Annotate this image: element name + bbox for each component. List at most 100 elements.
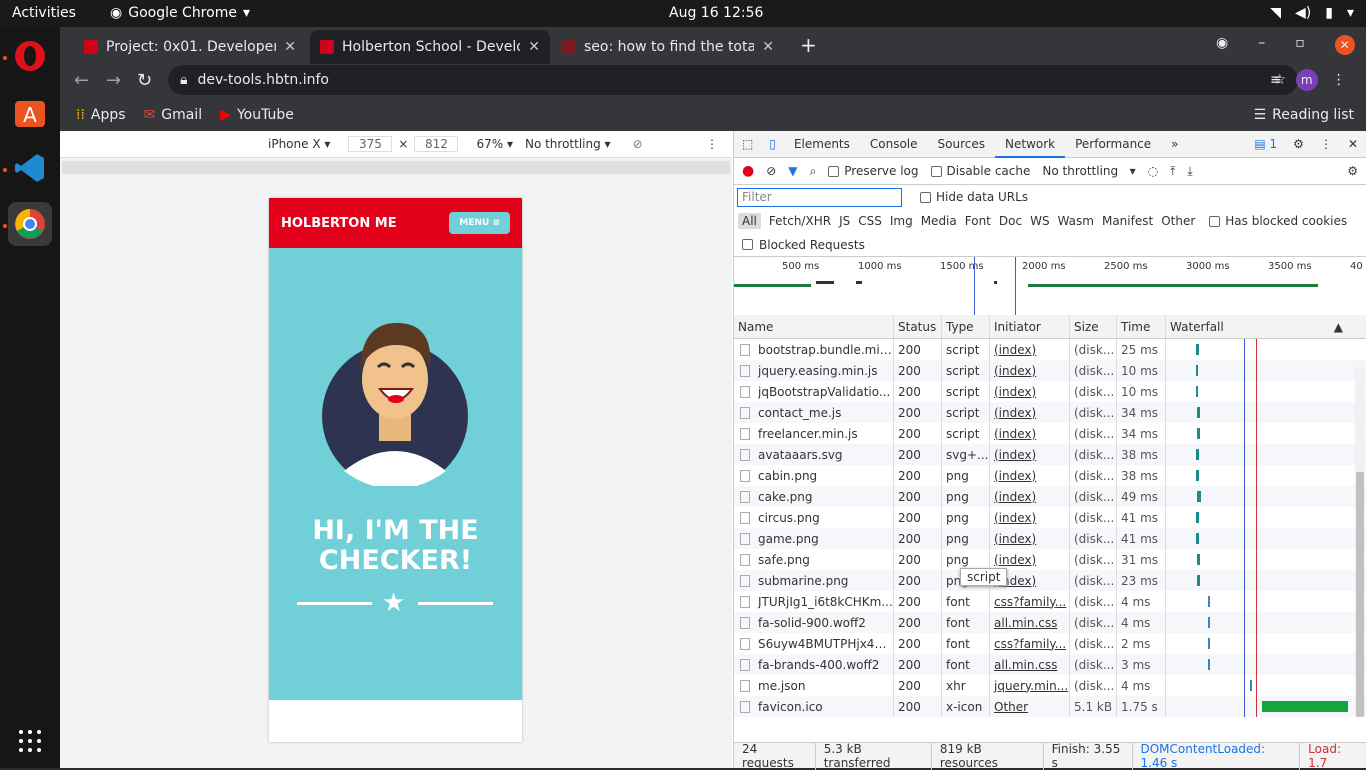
device-toggle-icon[interactable]: ▯ xyxy=(761,137,784,151)
cell-initiator[interactable]: (index) xyxy=(990,549,1070,570)
checkbox[interactable] xyxy=(742,239,753,250)
opera-icon[interactable] xyxy=(8,34,52,78)
column-initiator[interactable]: Initiator xyxy=(990,315,1070,338)
column-status[interactable]: Status xyxy=(894,315,942,338)
app-menu[interactable]: ◉ Google Chrome ▾ xyxy=(110,5,250,21)
cell-initiator[interactable]: (index) xyxy=(990,444,1070,465)
close-icon[interactable]: ✕ xyxy=(762,39,774,55)
avatar[interactable]: m xyxy=(1295,69,1318,91)
column-waterfall[interactable]: Waterfall ▲ xyxy=(1166,315,1351,338)
clock[interactable]: Aug 16 12:56 xyxy=(669,5,763,21)
table-row[interactable]: JTURjIg1_i6t8kCHKm... 200 font css?family..… xyxy=(734,591,1366,612)
close-icon[interactable]: ✕ xyxy=(284,39,296,55)
tab-network[interactable]: Network xyxy=(995,131,1066,158)
blocked-cookies-checkbox[interactable]: Has blocked cookies xyxy=(1209,214,1347,228)
scrollbar-thumb[interactable] xyxy=(1356,472,1364,717)
close-icon[interactable]: ✕ xyxy=(528,39,540,55)
cell-initiator[interactable]: (index) xyxy=(990,360,1070,381)
table-row[interactable]: jquery.easing.min.js 200 script (index) (dis… xyxy=(734,360,1366,381)
tab-console[interactable]: Console xyxy=(860,131,928,158)
reading-list[interactable]: ☰ Reading list xyxy=(1254,107,1354,123)
cell-initiator[interactable]: (index) xyxy=(990,486,1070,507)
more-tabs-icon[interactable]: » xyxy=(1161,131,1188,158)
type-filter[interactable]: Other xyxy=(1161,214,1195,228)
type-filter[interactable]: Manifest xyxy=(1102,214,1153,228)
type-filter[interactable]: Media xyxy=(921,214,957,228)
table-row[interactable]: safe.png 200 png (index) (disk... 31 ms xyxy=(734,549,1366,570)
column-time[interactable]: Time xyxy=(1117,315,1166,338)
cell-initiator[interactable]: (index) xyxy=(990,381,1070,402)
cell-initiator[interactable]: css?family... xyxy=(990,633,1070,654)
cell-initiator[interactable]: (index) xyxy=(990,423,1070,444)
cell-initiator[interactable]: (index) xyxy=(990,465,1070,486)
type-filter[interactable]: All xyxy=(738,213,761,229)
checkbox[interactable] xyxy=(1209,215,1221,227)
type-filter[interactable]: Wasm xyxy=(1058,214,1094,228)
device-select[interactable]: iPhone X ▾ xyxy=(268,137,330,151)
cell-initiator[interactable]: all.min.css xyxy=(990,654,1070,675)
table-row[interactable]: jqBootstrapValidatio... 200 script (index)(… xyxy=(734,381,1366,402)
cell-initiator[interactable]: (index) xyxy=(990,528,1070,549)
media-icon[interactable]: ≡ xyxy=(1270,72,1282,88)
cell-initiator[interactable]: (index) xyxy=(990,507,1070,528)
table-row[interactable]: submarine.png 200 png (index) (disk... 23 ms xyxy=(734,570,1366,591)
system-tray[interactable]: ◥ ◀) ▮ ▾ xyxy=(1270,5,1354,21)
height-input[interactable]: 812 xyxy=(414,136,459,152)
minimize-icon[interactable]: – xyxy=(1258,35,1265,55)
gmail-bookmark[interactable]: ✉ Gmail xyxy=(144,107,203,123)
type-filter[interactable]: CSS xyxy=(858,214,882,228)
checkbox[interactable] xyxy=(920,191,931,203)
hide-data-urls-checkbox[interactable]: Hide data URLs xyxy=(920,190,1028,204)
table-row[interactable]: bootstrap.bundle.min.js 200 script (index)(… xyxy=(734,339,1366,360)
record-icon[interactable]: ● xyxy=(742,163,754,179)
forward-icon[interactable]: → xyxy=(106,70,121,91)
table-row[interactable]: freelancer.min.js 200 script (index) (disk..… xyxy=(734,423,1366,444)
table-row[interactable]: circus.png 200 png (index) (disk... 41 ms xyxy=(734,507,1366,528)
menu-button[interactable]: MENU ≡ xyxy=(449,212,510,234)
table-row[interactable]: me.json 200 xhr jquery.min... (disk... 4 ms xyxy=(734,675,1366,696)
filter-icon[interactable]: ▼ xyxy=(788,164,797,178)
settings-gear-icon[interactable]: ⚙ xyxy=(1293,137,1304,151)
cell-initiator[interactable]: (index) xyxy=(990,339,1070,360)
cell-initiator[interactable]: css?family... xyxy=(990,591,1070,612)
table-row[interactable]: S6uyw4BMUTPHjx4w... 200 font css?family...(… xyxy=(734,633,1366,654)
type-filter[interactable]: Font xyxy=(965,214,991,228)
tab-elements[interactable]: Elements xyxy=(784,131,860,158)
vscode-icon[interactable] xyxy=(8,146,52,190)
table-row[interactable]: favicon.ico 200 x-icon Other 5.1 kB 1.75 s xyxy=(734,696,1366,717)
activities-button[interactable]: Activities xyxy=(12,5,76,21)
width-input[interactable]: 375 xyxy=(348,136,393,152)
type-filter[interactable]: JS xyxy=(839,214,850,228)
address-bar[interactable]: 🔒︎ dev-tools.hbtn.info ☆ xyxy=(168,65,1298,95)
download-icon[interactable]: ⤓ xyxy=(1187,164,1192,179)
cell-initiator[interactable]: all.min.css xyxy=(990,612,1070,633)
tab-3[interactable]: seo: how to find the total ✕ xyxy=(552,30,784,64)
table-row[interactable]: fa-solid-900.woff2 200 font all.min.css (dis… xyxy=(734,612,1366,633)
network-settings-icon[interactable]: ⚙ xyxy=(1347,164,1358,178)
upload-icon[interactable]: ⤒ xyxy=(1170,164,1175,179)
scrollbar[interactable] xyxy=(1355,367,1365,717)
table-row[interactable]: fa-brands-400.woff2 200 font all.min.css (di… xyxy=(734,654,1366,675)
cell-initiator[interactable]: Other xyxy=(990,696,1070,717)
tab-2[interactable]: Holberton School - Develo ✕ xyxy=(310,30,550,64)
more-icon[interactable]: ⋮ xyxy=(706,137,718,151)
preserve-log-checkbox[interactable]: Preserve log xyxy=(828,164,919,178)
more-icon[interactable]: ⋮ xyxy=(1332,72,1346,88)
checkbox[interactable] xyxy=(828,165,840,177)
maximize-icon[interactable]: ▫ xyxy=(1295,35,1305,55)
type-filter[interactable]: Doc xyxy=(999,214,1022,228)
type-filter[interactable]: WS xyxy=(1030,214,1049,228)
table-row[interactable]: cake.png 200 png (index) (disk... 49 ms xyxy=(734,486,1366,507)
cell-initiator[interactable]: (index) xyxy=(990,402,1070,423)
column-size[interactable]: Size xyxy=(1070,315,1117,338)
type-filter[interactable]: Fetch/XHR xyxy=(769,214,831,228)
network-throttle-select[interactable]: No throttling ▾ xyxy=(1042,164,1135,178)
tab-performance[interactable]: Performance xyxy=(1065,131,1161,158)
show-apps-icon[interactable] xyxy=(8,719,52,763)
youtube-bookmark[interactable]: ▶ YouTube xyxy=(220,107,294,123)
throttle-select[interactable]: No throttling ▾ xyxy=(525,137,611,151)
column-name[interactable]: Name xyxy=(734,315,894,338)
cell-initiator[interactable]: jquery.min... xyxy=(990,675,1070,696)
inspect-icon[interactable]: ⬚ xyxy=(734,137,761,151)
table-row[interactable]: avataaars.svg 200 svg+... (index) (disk... 38… xyxy=(734,444,1366,465)
